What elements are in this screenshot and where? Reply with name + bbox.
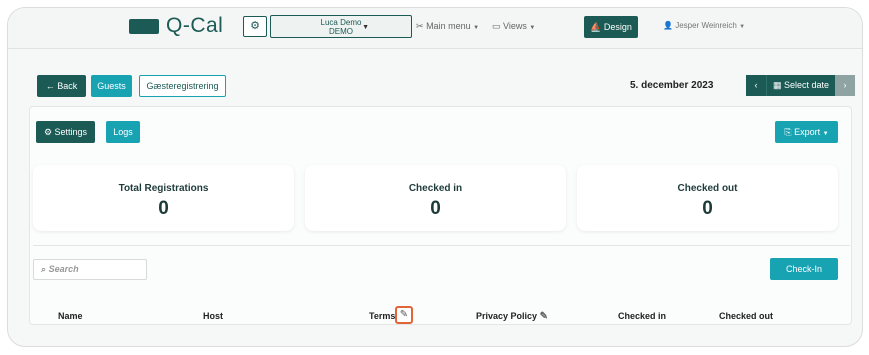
chevron-down-icon: ▼ (739, 24, 746, 30)
chevron-down-icon: ▼ (362, 24, 369, 31)
app-logo: Q-Cal (166, 14, 224, 37)
arrow-left-icon: ← (45, 81, 55, 91)
logs-button[interactable]: Logs (106, 121, 140, 143)
stat-card-checked-in: Checked in 0 (305, 165, 566, 231)
stat-card-checked-out: Checked out 0 (577, 165, 838, 231)
app-window: Q-Cal ⚙ Luca Demo DEMO ▼ ✂ Main menu ▼ ▭… (7, 7, 863, 347)
settings-button[interactable]: ⚙ Settings (36, 121, 95, 143)
calendar-icon: ▦ (772, 80, 782, 90)
chevron-left-icon: ‹ (754, 80, 758, 90)
design-icon: ⛵ (590, 22, 602, 32)
stat-label: Checked in (408, 183, 463, 194)
user-gear-icon: 👤 (663, 21, 673, 30)
edit-terms-button[interactable]: ✎ (395, 306, 413, 324)
gear-icon: ⚙ (43, 127, 53, 137)
stat-label: Checked out (677, 183, 738, 194)
section-divider (33, 245, 850, 246)
main-menu-dropdown[interactable]: ✂ Main menu ▼ (416, 21, 479, 32)
pencil-icon[interactable]: ✎ (540, 311, 548, 322)
stat-value: 0 (702, 198, 713, 219)
company-select[interactable]: Luca Demo DEMO ▼ (270, 15, 412, 38)
registrations-panel: ⚙ Settings Logs ⎘ Export ▼ Total Registr… (29, 106, 852, 325)
settings-label: Settings (54, 127, 88, 137)
back-label: Back (57, 81, 78, 91)
column-header-checked-out[interactable]: Checked out (719, 311, 773, 321)
back-button[interactable]: ← Back (37, 75, 86, 97)
guests-button[interactable]: Guests (91, 75, 132, 97)
privacy-policy-label: Privacy Policy (476, 311, 538, 321)
date-navigation: ‹ ▦ Select date › (746, 75, 855, 96)
chevron-right-icon: › (843, 80, 847, 90)
views-dropdown[interactable]: ▭ Views ▼ (492, 21, 535, 32)
stat-card-total: Total Registrations 0 (33, 165, 294, 231)
select-date-button[interactable]: ▦ Select date (766, 75, 835, 96)
design-label: Design (603, 22, 632, 32)
chevron-down-icon: ▼ (822, 131, 829, 137)
company-settings-button[interactable]: ⚙ (243, 16, 267, 37)
company-name: Luca Demo (320, 18, 362, 27)
main-menu-label: Main menu (426, 21, 471, 31)
gears-icon: ⚙ (250, 20, 260, 32)
column-header-checked-in[interactable]: Checked in (618, 311, 666, 321)
company-sub: DEMO (329, 27, 353, 36)
monitor-icon: ▭ (492, 21, 501, 31)
design-button[interactable]: ⛵ Design (584, 16, 638, 38)
next-date-button[interactable]: › (835, 75, 855, 96)
select-date-label: Select date (784, 80, 830, 90)
guest-registration-button[interactable]: Gæsteregistrering (139, 75, 226, 97)
current-date: 5. december 2023 (630, 80, 714, 91)
column-header-terms[interactable]: Terms (369, 311, 395, 321)
search-input[interactable]: ⌕ Search (33, 259, 147, 280)
stat-label: Total Registrations (118, 183, 209, 194)
check-in-button[interactable]: Check-In (770, 258, 838, 280)
chevron-down-icon: ▼ (473, 25, 480, 31)
search-icon: ⌕ (41, 264, 47, 274)
user-menu[interactable]: 👤 Jesper Weinreich ▼ (663, 21, 745, 30)
logo-mark (129, 19, 159, 34)
main-content: ← Back Guests Gæsteregistrering 5. decem… (29, 63, 855, 325)
chevron-down-icon: ▼ (529, 25, 536, 31)
export-label: Export (794, 127, 821, 137)
top-navbar: Q-Cal ⚙ Luca Demo DEMO ▼ ✂ Main menu ▼ ▭… (8, 8, 862, 49)
pencil-icon: ✎ (399, 309, 409, 320)
export-file-icon: ⎘ (784, 127, 792, 137)
views-label: Views (503, 21, 527, 31)
column-header-name[interactable]: Name (58, 311, 83, 321)
user-name: Jesper Weinreich (675, 21, 737, 30)
stat-value: 0 (158, 198, 169, 219)
column-header-privacy-policy[interactable]: Privacy Policy ✎ (476, 311, 548, 322)
prev-date-button[interactable]: ‹ (746, 75, 766, 96)
column-header-host[interactable]: Host (203, 311, 223, 321)
search-placeholder: Search (48, 264, 79, 274)
tools-icon: ✂ (416, 21, 424, 31)
export-button[interactable]: ⎘ Export ▼ (775, 121, 838, 143)
stat-value: 0 (430, 198, 441, 219)
